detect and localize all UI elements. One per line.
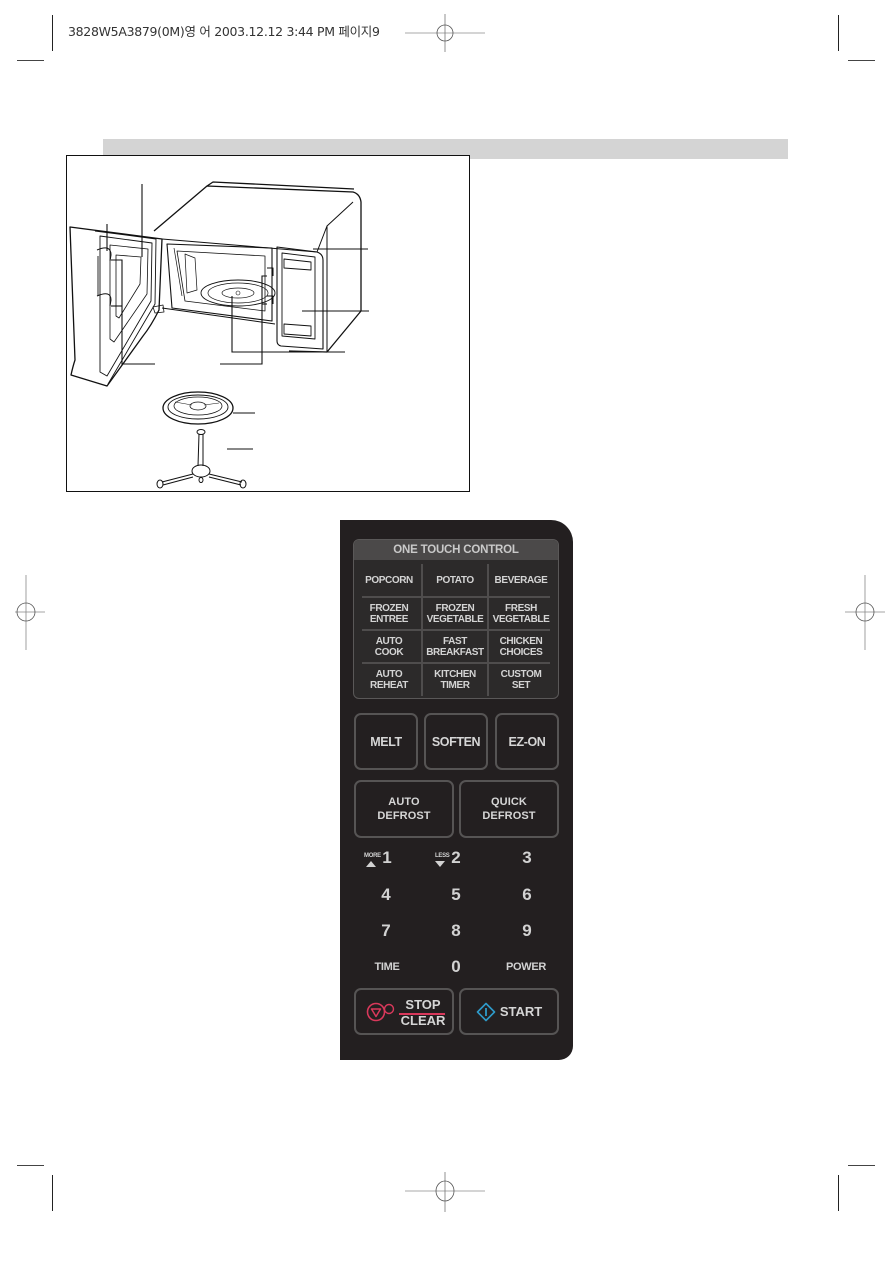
- one-touch-label: POTATO: [436, 575, 474, 586]
- power-button[interactable]: POWER: [496, 961, 556, 973]
- key-2[interactable]: 2: [431, 848, 481, 868]
- registration-mark-icon: [405, 1172, 485, 1212]
- key-0[interactable]: 0: [431, 957, 481, 977]
- start-label: START: [499, 1004, 543, 1019]
- glass-tray: [162, 391, 234, 425]
- registration-mark-icon: [845, 575, 885, 650]
- one-touch-label: FAST BREAKFAST: [426, 635, 484, 658]
- crop-mark: [52, 1175, 53, 1211]
- quick-defrost-label: QUICK DEFROST: [482, 796, 536, 822]
- display-window: [283, 258, 312, 271]
- one-touch-label: BEVERAGE: [494, 575, 548, 586]
- roller-ring: [156, 429, 247, 489]
- one-touch-button[interactable]: KITCHEN TIMER: [422, 663, 488, 696]
- key-5[interactable]: 5: [431, 885, 481, 905]
- auto-defrost-label: AUTO DEFROST: [377, 796, 431, 822]
- one-touch-label: AUTO COOK: [374, 635, 404, 658]
- ez-on-label: EZ-ON: [508, 734, 546, 749]
- one-touch-control-title: ONE TOUCH CONTROL: [354, 540, 558, 560]
- print-header: 3828W5A3879(0M)영 어 2003.12.12 3:44 PM 페이…: [68, 24, 380, 39]
- quick-defrost-button[interactable]: QUICK DEFROST: [459, 780, 559, 838]
- ez-on-button[interactable]: EZ-ON: [495, 713, 559, 770]
- microwave-illustration: [69, 181, 369, 489]
- one-touch-button[interactable]: POTATO: [422, 564, 488, 597]
- one-touch-label: FROZEN ENTREE: [369, 602, 409, 625]
- stop-clear-button[interactable]: STOP CLEAR: [354, 988, 454, 1035]
- soften-label: SOFTEN: [431, 734, 481, 749]
- auto-defrost-button[interactable]: AUTO DEFROST: [354, 780, 454, 838]
- crop-mark: [52, 15, 53, 51]
- crop-mark: [838, 15, 839, 51]
- one-touch-button[interactable]: AUTO COOK: [356, 630, 422, 663]
- crop-mark: [848, 1165, 875, 1166]
- soften-button[interactable]: SOFTEN: [424, 713, 488, 770]
- one-touch-grid: POPCORN POTATO BEVERAGE FROZEN ENTREE FROZEN V…: [356, 564, 554, 696]
- start-icon: [476, 1002, 496, 1021]
- one-touch-control-group: ONE TOUCH CONTROL POPCORN POTATO BEVERAGE F…: [353, 539, 559, 699]
- key-4[interactable]: 4: [361, 885, 411, 905]
- key-1[interactable]: 1: [362, 848, 412, 868]
- crop-mark: [848, 60, 875, 61]
- one-touch-button[interactable]: FAST BREAKFAST: [422, 630, 488, 663]
- cabinet-outline: [153, 185, 362, 353]
- one-touch-button[interactable]: FRESH VEGETABLE: [488, 597, 554, 630]
- one-touch-label: AUTO REHEAT: [370, 668, 408, 691]
- one-touch-label: CUSTOM SET: [500, 668, 542, 691]
- turntable-in-cavity: [200, 279, 276, 307]
- one-touch-label: CHICKEN CHOICES: [499, 635, 543, 658]
- registration-mark-icon: [405, 14, 485, 52]
- stop-icon: [366, 1002, 395, 1022]
- one-touch-button[interactable]: CHICKEN CHOICES: [488, 630, 554, 663]
- one-touch-button[interactable]: AUTO REHEAT: [356, 663, 422, 696]
- key-6[interactable]: 6: [502, 885, 552, 905]
- one-touch-label: POPCORN: [365, 575, 413, 586]
- time-button[interactable]: TIME: [362, 961, 412, 973]
- control-panel: ONE TOUCH CONTROL POPCORN POTATO BEVERAGE F…: [340, 520, 573, 1060]
- registration-mark-icon: [15, 575, 45, 650]
- crop-mark: [838, 1175, 839, 1211]
- key-8[interactable]: 8: [431, 921, 481, 941]
- start-button[interactable]: START: [459, 988, 559, 1035]
- key-3[interactable]: 3: [502, 848, 552, 868]
- one-touch-label: FRESH VEGETABLE: [492, 602, 550, 625]
- key-9[interactable]: 9: [502, 921, 552, 941]
- key-7[interactable]: 7: [361, 921, 411, 941]
- one-touch-button[interactable]: CUSTOM SET: [488, 663, 554, 696]
- one-touch-button[interactable]: POPCORN: [356, 564, 422, 597]
- one-touch-label: FROZEN VEGETABLE: [426, 602, 484, 625]
- microwave-diagram: [66, 155, 470, 492]
- stop-divider-line: [399, 1013, 445, 1015]
- one-touch-button[interactable]: FROZEN ENTREE: [356, 597, 422, 630]
- one-touch-button[interactable]: BEVERAGE: [488, 564, 554, 597]
- one-touch-button[interactable]: FROZEN VEGETABLE: [422, 597, 488, 630]
- one-touch-label: KITCHEN TIMER: [434, 668, 476, 691]
- melt-button[interactable]: MELT: [354, 713, 418, 770]
- crop-mark: [17, 60, 44, 61]
- melt-label: MELT: [370, 734, 402, 749]
- crop-mark: [17, 1165, 44, 1166]
